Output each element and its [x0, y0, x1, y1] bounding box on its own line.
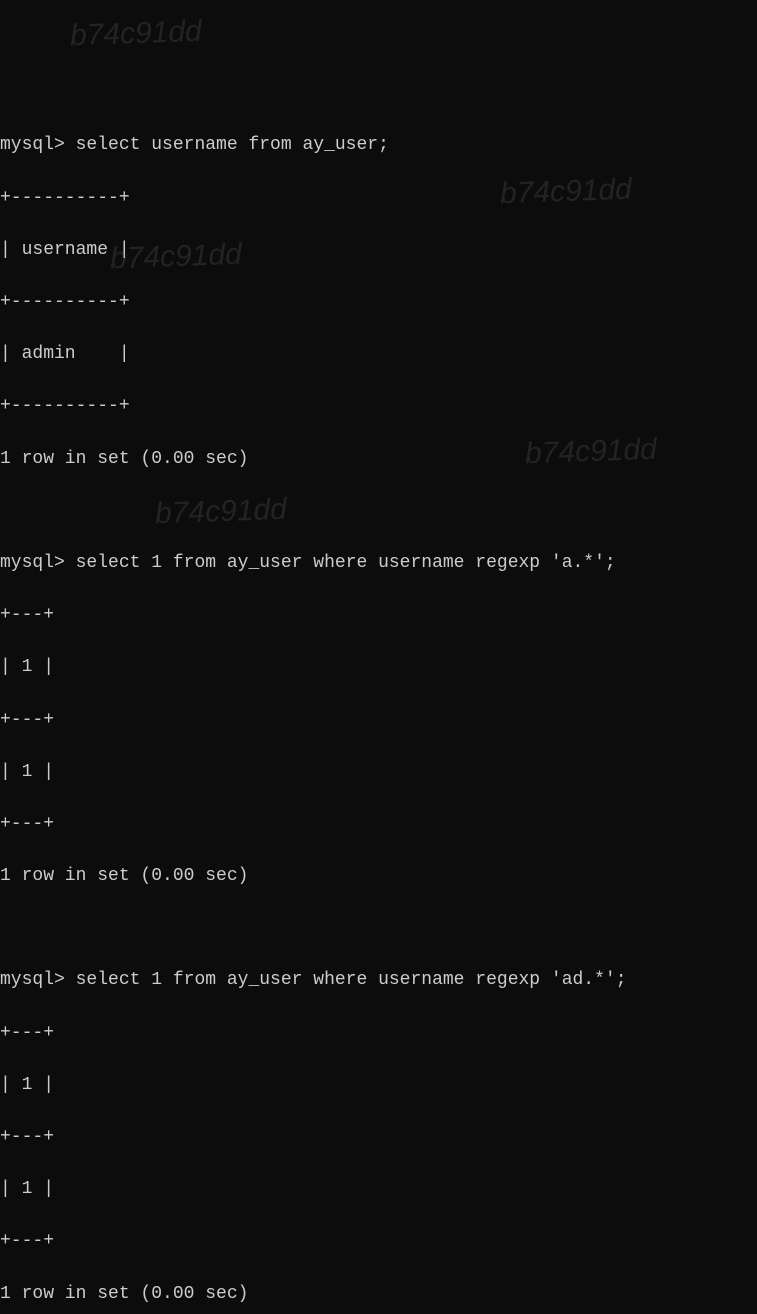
table-border: +---+ [0, 1228, 757, 1254]
table-row: | 1 | [0, 759, 757, 785]
command-line[interactable]: mysql> select 1 from ay_user where usern… [0, 967, 757, 993]
command-line[interactable]: mysql> select 1 from ay_user where usern… [0, 550, 757, 576]
table-row: | admin | [0, 341, 757, 367]
table-border: +----------+ [0, 185, 757, 211]
table-border: +----------+ [0, 393, 757, 419]
sql-command: select 1 from ay_user where username reg… [76, 970, 627, 990]
table-border: +----------+ [0, 289, 757, 315]
prompt: mysql> [0, 970, 65, 990]
prompt: mysql> [0, 135, 65, 155]
prompt: mysql> [0, 553, 65, 573]
table-header: | 1 | [0, 654, 757, 680]
blank-line [0, 498, 757, 524]
result-footer: 1 row in set (0.00 sec) [0, 863, 757, 889]
table-border: +---+ [0, 707, 757, 733]
sql-command: select username from ay_user; [76, 135, 389, 155]
blank-line [0, 915, 757, 941]
sql-command: select 1 from ay_user where username reg… [76, 553, 616, 573]
table-row: | 1 | [0, 1176, 757, 1202]
terminal-output: mysql> select username from ay_user; +--… [0, 104, 757, 1314]
result-footer: 1 row in set (0.00 sec) [0, 1281, 757, 1307]
result-footer: 1 row in set (0.00 sec) [0, 446, 757, 472]
table-header: | 1 | [0, 1072, 757, 1098]
table-header: | username | [0, 237, 757, 263]
table-border: +---+ [0, 1124, 757, 1150]
table-border: +---+ [0, 1020, 757, 1046]
command-line[interactable]: mysql> select username from ay_user; [0, 132, 757, 158]
table-border: +---+ [0, 602, 757, 628]
table-border: +---+ [0, 811, 757, 837]
watermark: b74c91dd [69, 10, 202, 58]
